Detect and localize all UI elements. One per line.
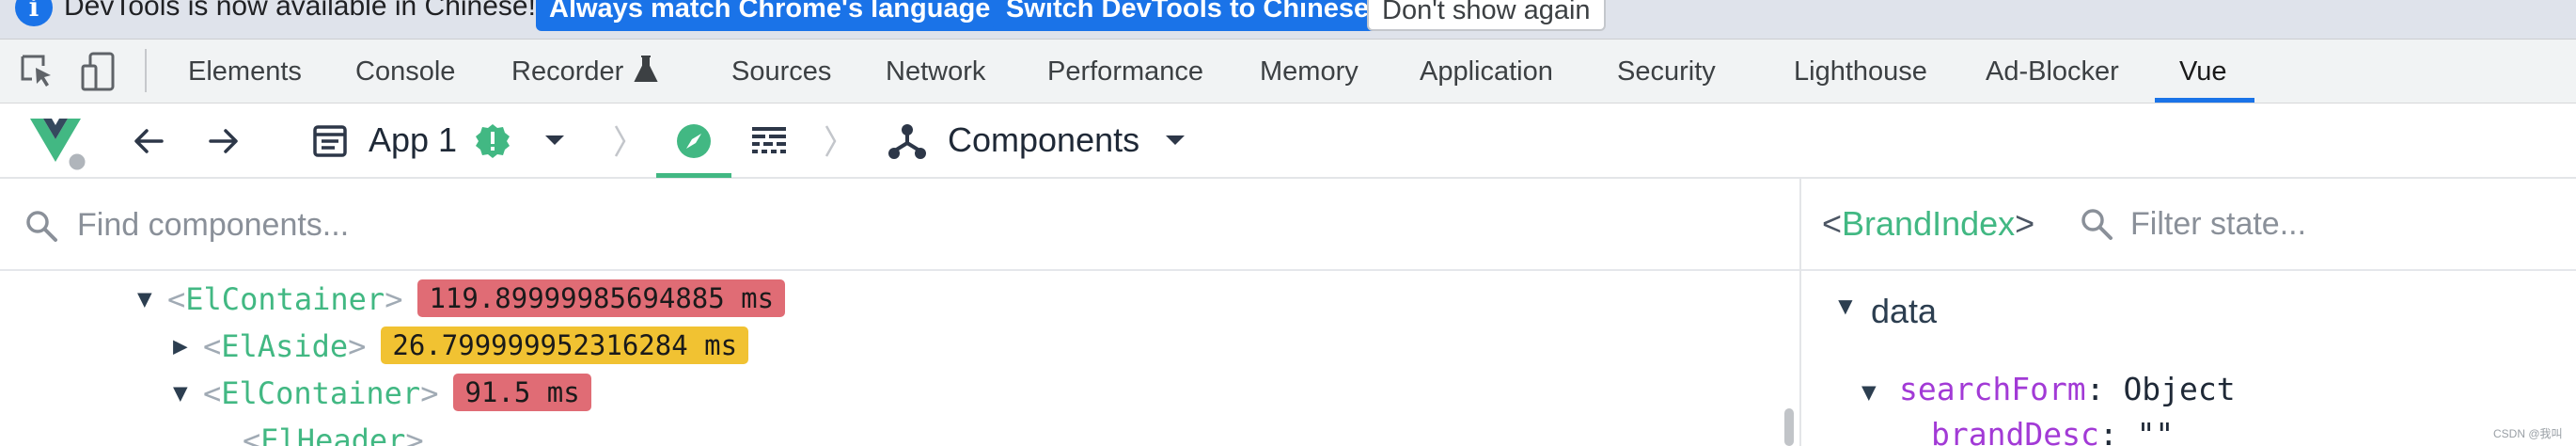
tab-network[interactable]: Network: [886, 56, 985, 88]
tab-sources[interactable]: Sources: [731, 56, 831, 88]
vue-devtools-toolbar: App 1 Components: [0, 104, 2576, 179]
state-row-searchform[interactable]: ▼ searchForm: Object: [1861, 371, 2236, 407]
vue-logo-icon: [30, 119, 88, 171]
active-tab-indicator: [2155, 98, 2254, 103]
component-search-bar: [0, 179, 1799, 271]
section-label: data: [1871, 292, 1938, 330]
caret-down-icon[interactable]: ▼: [173, 373, 203, 414]
language-infobar: i DevTools is now available in Chinese! …: [0, 0, 2576, 40]
state-key: searchForm: [1899, 371, 2086, 407]
inspector-compass-icon[interactable]: [675, 122, 713, 160]
breadcrumb-chevron-icon: [614, 125, 626, 157]
view-selector-label: Components: [948, 120, 1140, 159]
caret-right-icon[interactable]: ▶: [173, 326, 203, 367]
state-value: "": [2136, 416, 2175, 446]
tab-recorder[interactable]: Recorder: [511, 56, 658, 88]
devtools-tab-strip: Elements Console Recorder Sources Networ…: [0, 40, 2576, 104]
render-time-badge: 119.89999985694885 ms: [417, 279, 786, 317]
state-row-branddesc[interactable]: brandDesc: "": [1931, 416, 2174, 446]
app-selector-label: App 1: [369, 120, 458, 159]
component-tag: <ElContainer>: [167, 281, 403, 317]
infobar-message: DevTools is now available in Chinese!: [64, 0, 536, 22]
caret-down-icon: ▼: [1861, 378, 1877, 406]
state-key: brandDesc: [1931, 416, 2099, 446]
state-inspector-panel: <BrandIndex> ▼ data ▼ searchForm: Object b…: [1801, 179, 2576, 446]
find-components-input[interactable]: [77, 203, 1769, 247]
filter-search-icon: [2081, 209, 2113, 240]
tab-security[interactable]: Security: [1617, 56, 1716, 88]
filter-state-input[interactable]: [2130, 201, 2553, 247]
data-section-toggle[interactable]: ▼ data: [1833, 292, 1937, 331]
dont-show-again-button[interactable]: Don't show again: [1367, 0, 1606, 31]
tab-memory[interactable]: Memory: [1260, 56, 1359, 88]
recorder-flask-icon: [634, 56, 658, 82]
vue-badge-icon: [476, 124, 510, 158]
inspector-active-indicator: [656, 173, 731, 178]
tree-node-elcontainer-nested[interactable]: ▼ <ElContainer> 91.5 ms: [173, 373, 591, 418]
component-tag: <ElHeader>: [243, 422, 424, 446]
app-window-icon: [313, 125, 347, 157]
device-toolbar-icon[interactable]: [81, 51, 118, 92]
component-tag: <ElContainer>: [203, 375, 439, 411]
tab-vue[interactable]: Vue: [2179, 56, 2227, 88]
tab-lighthouse[interactable]: Lighthouse: [1794, 56, 1927, 88]
app-dropdown-caret-icon: [545, 135, 564, 145]
inspector-header: <BrandIndex>: [1801, 179, 2576, 271]
caret-down-icon[interactable]: ▼: [137, 279, 167, 320]
state-colon: :: [2085, 371, 2124, 407]
tab-recorder-label: Recorder: [511, 56, 624, 87]
tab-elements[interactable]: Elements: [188, 56, 302, 88]
caret-down-icon: ▼: [1833, 292, 1858, 320]
toolbar-separator: [145, 49, 147, 92]
watermark-text: CSDN @我叫: [2493, 427, 2563, 440]
switch-to-chinese-button[interactable]: Switch DevTools to Chinese: [993, 0, 1383, 31]
inspect-element-icon[interactable]: [19, 53, 56, 90]
tab-application[interactable]: Application: [1420, 56, 1553, 88]
component-tree-panel: ▼<ElContainer>119.89999985694885 ms ▶<El…: [0, 179, 1799, 446]
tab-console[interactable]: Console: [355, 56, 455, 88]
selected-component-name: <BrandIndex>: [1822, 204, 2035, 243]
search-icon: [26, 211, 57, 242]
info-icon: i: [15, 0, 53, 26]
forward-arrow-icon[interactable]: [205, 122, 243, 160]
back-arrow-icon[interactable]: [130, 122, 167, 160]
timeline-icon[interactable]: [750, 124, 788, 158]
tab-performance[interactable]: Performance: [1047, 56, 1203, 88]
tree-node-elheader[interactable]: <ElHeader>: [243, 420, 424, 446]
tab-ad-blocker[interactable]: Ad-Blocker: [1986, 56, 2119, 88]
breadcrumb-chevron-icon-2: [825, 125, 837, 157]
component-tag: <ElAside>: [203, 328, 367, 364]
tree-scrollbar-thumb[interactable]: [1784, 408, 1794, 446]
always-match-language-button[interactable]: Always match Chrome's language: [536, 0, 1004, 31]
tree-node-elcontainer[interactable]: ▼ <ElContainer> 119.89999985694885 ms: [137, 279, 786, 324]
state-value: Object: [2123, 371, 2236, 407]
render-time-badge: 26.799999952316284 ms: [381, 327, 749, 364]
components-tree-icon: [888, 124, 926, 159]
view-dropdown-caret-icon: [1166, 135, 1185, 145]
tree-node-elaside[interactable]: ▶ <ElAside> 26.799999952316284 ms: [173, 326, 749, 371]
render-time-badge: 91.5 ms: [453, 374, 591, 411]
state-colon: :: [2098, 416, 2137, 446]
